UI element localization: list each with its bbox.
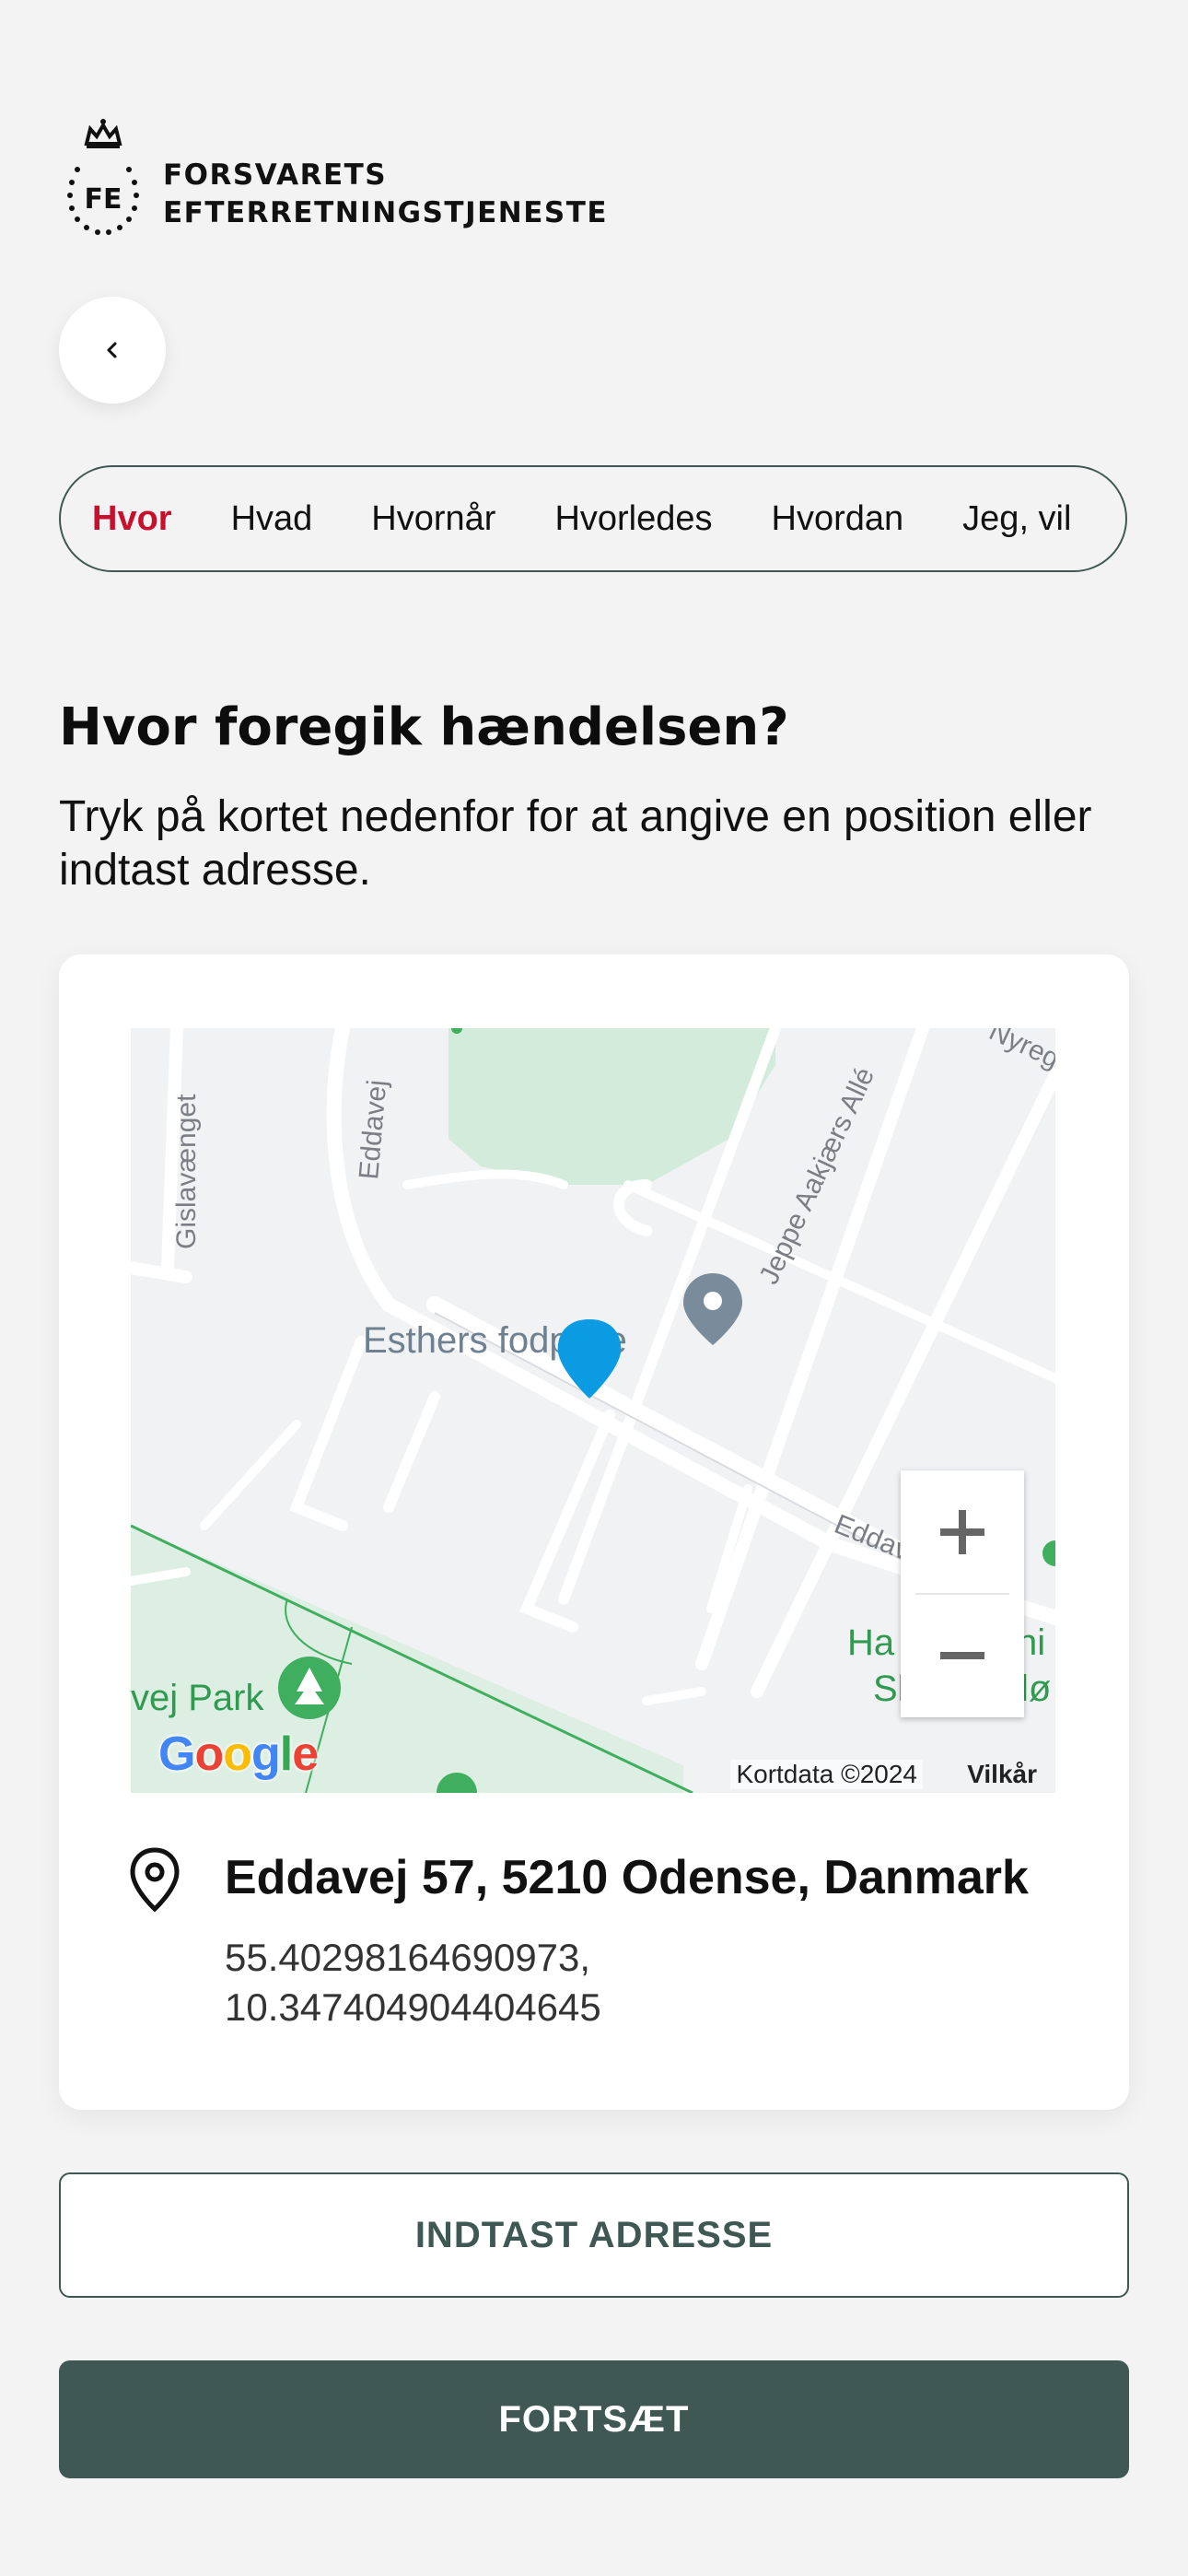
fe-logo: FE FORSVARETS EFTERRETNINGSTJENESTE: [59, 116, 611, 240]
org-name-line1: FORSVARETS: [163, 158, 388, 192]
crown-seal-icon: FE: [67, 119, 139, 235]
selected-address: Eddavej 57, 5210 Odense, Danmark: [225, 1851, 1029, 1904]
selected-location-marker-icon: [557, 1319, 622, 1399]
street-label: Gislavænget: [171, 1094, 202, 1249]
zoom-in-button[interactable]: [901, 1470, 1024, 1594]
enter-address-button[interactable]: INDTAST ADRESSE: [59, 2172, 1129, 2298]
park-label: Ha: [847, 1622, 895, 1663]
zoom-out-button[interactable]: [901, 1594, 1024, 1717]
zoom-control: [901, 1470, 1024, 1717]
latitude: 55.40298164690973,: [225, 1936, 591, 1979]
poi-pin-icon: [683, 1273, 742, 1345]
tab-hvad[interactable]: Hvad: [231, 499, 313, 539]
location-card: Gislavænget Eddavej Jeppe Aakjærs Allé E…: [59, 954, 1129, 2110]
map[interactable]: Gislavænget Eddavej Jeppe Aakjærs Allé E…: [131, 1028, 1055, 1793]
selected-coordinates: 55.40298164690973, 10.347404904404645: [225, 1933, 601, 2032]
org-name-line2: EFTERRETNINGSTJENESTE: [163, 196, 609, 229]
google-logo: Google: [158, 1727, 319, 1781]
tab-hvor[interactable]: Hvor: [92, 499, 172, 539]
org-name: FORSVARETS EFTERRETNINGSTJENESTE: [163, 157, 608, 232]
park-tree-icon: [278, 1657, 341, 1719]
street-label: Eddavej: [354, 1079, 392, 1181]
chevron-left-icon: [107, 342, 117, 358]
street-label: Nyrege: [984, 1028, 1055, 1081]
page-title: Hvor foregik hændelsen?: [59, 697, 789, 757]
park-label: vej Park: [131, 1678, 264, 1718]
svg-text:FE: FE: [85, 183, 122, 216]
step-tabs: Hvor Hvad Hvornår Hvorledes Hvordan Jeg,…: [59, 465, 1127, 572]
location-pin-icon: [130, 1847, 180, 1913]
tab-hvornaar[interactable]: Hvornår: [371, 499, 495, 539]
map-copyright: Kortdata ©2024: [730, 1760, 923, 1789]
longitude: 10.347404904404645: [225, 1985, 601, 2029]
tab-hvorledes[interactable]: Hvorledes: [554, 499, 712, 539]
page-instructions: Tryk på kortet nedenfor for at angive en…: [59, 792, 1092, 895]
tab-jeg-vil[interactable]: Jeg, vil: [962, 499, 1071, 539]
back-button[interactable]: [59, 297, 166, 404]
plus-icon: [940, 1510, 984, 1554]
continue-button[interactable]: FORTSÆT: [59, 2360, 1129, 2478]
map-terms-link[interactable]: Vilkår: [967, 1760, 1037, 1789]
park-label: lø: [1020, 1669, 1051, 1709]
minus-icon: [940, 1652, 984, 1659]
street-label: Jeppe Aakjærs Allé: [753, 1063, 880, 1289]
tab-hvordan[interactable]: Hvordan: [772, 499, 904, 539]
